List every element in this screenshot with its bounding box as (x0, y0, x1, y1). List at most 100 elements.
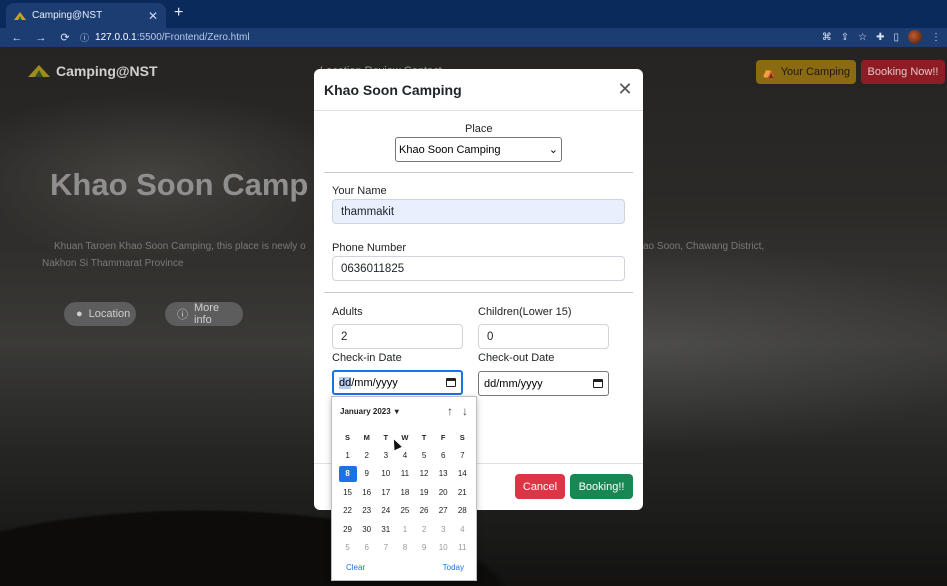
menu-icon[interactable]: ⋮ (931, 32, 941, 43)
arrow-down-icon[interactable]: ↓ (462, 404, 468, 418)
adults-field[interactable]: 2 (332, 324, 463, 349)
booking-now-button[interactable]: Booking Now!! (861, 60, 945, 84)
calendar-day[interactable]: 6 (357, 543, 376, 552)
calendar-day[interactable]: 7 (453, 451, 472, 460)
reload-icon[interactable]: ⟳ (58, 31, 72, 44)
calendar-day[interactable]: 27 (434, 506, 453, 515)
modal-header: Khao Soon Camping ✕ (314, 69, 643, 111)
calendar-day[interactable]: 26 (415, 506, 434, 515)
calendar-day[interactable]: 10 (434, 543, 453, 552)
calendar-icon[interactable] (593, 379, 603, 388)
weekday-label: T (421, 432, 427, 442)
tent-icon (14, 11, 26, 20)
more-info-label: More info (194, 302, 220, 326)
checkout-label: Check-out Date (478, 352, 555, 364)
selected-day: 8 (338, 465, 357, 482)
weekday-label: S (345, 432, 351, 442)
calendar-day[interactable]: 24 (376, 506, 395, 515)
calendar-day[interactable]: 4 (395, 451, 414, 460)
translate-icon[interactable]: ⌘ (822, 32, 832, 43)
close-icon[interactable]: ✕ (148, 9, 158, 23)
calendar-day[interactable]: 31 (376, 525, 395, 534)
calendar-day[interactable]: 30 (357, 525, 376, 534)
calendar-day[interactable]: 11 (453, 543, 472, 552)
place-label: Place (465, 123, 493, 135)
calendar-day[interactable]: 9 (357, 469, 376, 478)
calendar-day[interactable]: 1 (395, 525, 414, 534)
location-button[interactable]: ● Location (64, 302, 136, 326)
sidepanel-icon[interactable]: ▯ (893, 32, 899, 43)
children-field[interactable]: 0 (478, 324, 609, 349)
place-select[interactable]: Khao Soon Camping ⌄ (395, 137, 562, 162)
calendar-day[interactable]: 23 (357, 506, 376, 515)
share-icon[interactable]: ⇪ (841, 32, 849, 43)
calendar-day[interactable]: 5 (415, 451, 434, 460)
checkin-date-field[interactable]: dd/mm/yyyy (332, 370, 463, 395)
calendar-day[interactable]: 19 (415, 488, 434, 497)
more-info-button[interactable]: ⓘ More info (165, 302, 243, 326)
info-icon: ⓘ (177, 309, 188, 321)
calendar-day[interactable]: 8 (395, 543, 414, 552)
calendar-week: 22 23 24 25 26 27 28 (338, 502, 472, 520)
calendar-day[interactable]: 20 (434, 488, 453, 497)
extensions-icon[interactable]: ✚ (876, 32, 884, 43)
calendar-day[interactable]: 2 (357, 451, 376, 460)
calendar-day[interactable]: 8 (338, 465, 357, 482)
calendar-week: 1234567 (338, 446, 472, 464)
calendar-week: 8 9 10 11 12 13 14 (338, 465, 472, 483)
your-camping-button[interactable]: ⛺ Your Camping (756, 60, 856, 84)
calendar-icon[interactable] (446, 378, 456, 387)
calendar-day[interactable]: 5 (338, 543, 357, 552)
calendar-day[interactable]: 17 (376, 488, 395, 497)
calendar-day[interactable]: 15 (338, 488, 357, 497)
calendar-day[interactable]: 10 (376, 469, 395, 478)
month-selector[interactable]: January 2023 ▾ (340, 407, 399, 416)
today-button[interactable]: Today (443, 563, 464, 572)
calendar-day[interactable]: 29 (338, 525, 357, 534)
calendar-day[interactable]: 11 (395, 469, 414, 478)
calendar-day[interactable]: 28 (453, 506, 472, 515)
calendar-day[interactable]: 7 (376, 543, 395, 552)
close-icon[interactable]: ✕ (617, 79, 633, 100)
name-field[interactable]: thammakit (332, 199, 625, 224)
cancel-button[interactable]: Cancel (515, 474, 565, 499)
calendar-day[interactable]: 9 (415, 543, 434, 552)
url-field[interactable]: ⓘ 127.0.0.1 :5500/Frontend/Zero.html (80, 29, 780, 46)
calendar-day[interactable]: 16 (357, 488, 376, 497)
calendar-day[interactable]: 12 (415, 469, 434, 478)
modal-title: Khao Soon Camping (324, 81, 462, 98)
calendar-day[interactable]: 3 (434, 525, 453, 534)
booking-button[interactable]: Booking!! (570, 474, 633, 499)
calendar-day[interactable]: 6 (434, 451, 453, 460)
calendar-day[interactable]: 3 (376, 451, 395, 460)
back-icon[interactable]: ← (10, 32, 24, 44)
url-host: 127.0.0.1 (95, 32, 137, 43)
weekday-label: M (363, 432, 370, 442)
browser-tab[interactable]: Camping@NST ✕ (6, 3, 166, 28)
calendar-day[interactable]: 14 (453, 469, 472, 478)
checkout-value: dd/mm/yyyy (484, 377, 543, 390)
calendar-day[interactable]: 4 (453, 525, 472, 534)
clear-button[interactable]: Clear (346, 563, 365, 572)
phone-field[interactable]: 0636011825 (332, 256, 625, 281)
info-icon[interactable]: ⓘ (80, 31, 89, 44)
checkin-label: Check-in Date (332, 352, 402, 364)
profile-avatar[interactable] (908, 30, 922, 44)
hero-description-line2: Nakhon Si Thammarat Province (42, 258, 184, 269)
calendar-day[interactable]: 13 (434, 469, 453, 478)
calendar-day[interactable]: 1 (338, 451, 357, 460)
month-nav: ↑ ↓ (447, 404, 468, 418)
arrow-up-icon[interactable]: ↑ (447, 404, 453, 418)
star-icon[interactable]: ☆ (858, 32, 867, 43)
brand[interactable]: Camping@NST (28, 63, 158, 79)
checkout-date-field[interactable]: dd/mm/yyyy (478, 371, 609, 396)
calendar-day[interactable]: 25 (395, 506, 414, 515)
calendar-day[interactable]: 18 (395, 488, 414, 497)
brand-name: Camping@NST (56, 63, 158, 79)
forward-icon[interactable]: → (34, 32, 48, 44)
calendar-day[interactable]: 22 (338, 506, 357, 515)
new-tab-button[interactable]: + (174, 4, 183, 22)
calendar-day[interactable]: 21 (453, 488, 472, 497)
tab-title: Camping@NST (32, 10, 103, 21)
calendar-day[interactable]: 2 (415, 525, 434, 534)
